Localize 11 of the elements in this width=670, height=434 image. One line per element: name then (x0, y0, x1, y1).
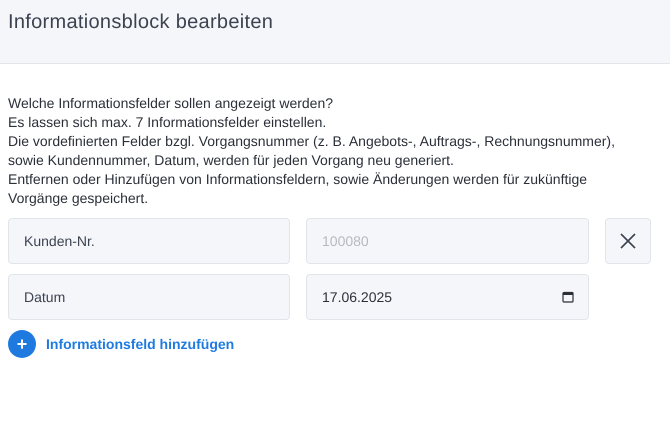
plus-icon: + (8, 330, 36, 358)
date-field[interactable]: 17.06.2025 (306, 274, 589, 320)
intro-text: Welche Informationsfelder sollen angezeigt werden? (8, 94, 334, 113)
calendar-icon[interactable] (562, 291, 574, 303)
intro-text: Es lassen sich max. 7 Informationsfelder einstellen. (8, 113, 328, 132)
label-field[interactable]: Datum (8, 274, 290, 320)
intro-text: Die vordefinierten Felder bzgl. Vorgangsnummer (z. B. Angebots-, Auftrags-, Rechnungsnummer), sowie Kundennummer, Datum, werden für jeden Vorgang neu generiert. (8, 132, 616, 170)
dialog-title: Informationsblock bearbeiten (8, 10, 274, 35)
intro-text: Entfernen oder Hinzufügen von Informationsfeldern, sowie Änderungen werden für zukünftige Vorgänge gespeichert. (8, 170, 588, 208)
close-icon (620, 233, 636, 249)
add-field-button[interactable]: + Informationsfeld hinzufügen (8, 330, 234, 358)
